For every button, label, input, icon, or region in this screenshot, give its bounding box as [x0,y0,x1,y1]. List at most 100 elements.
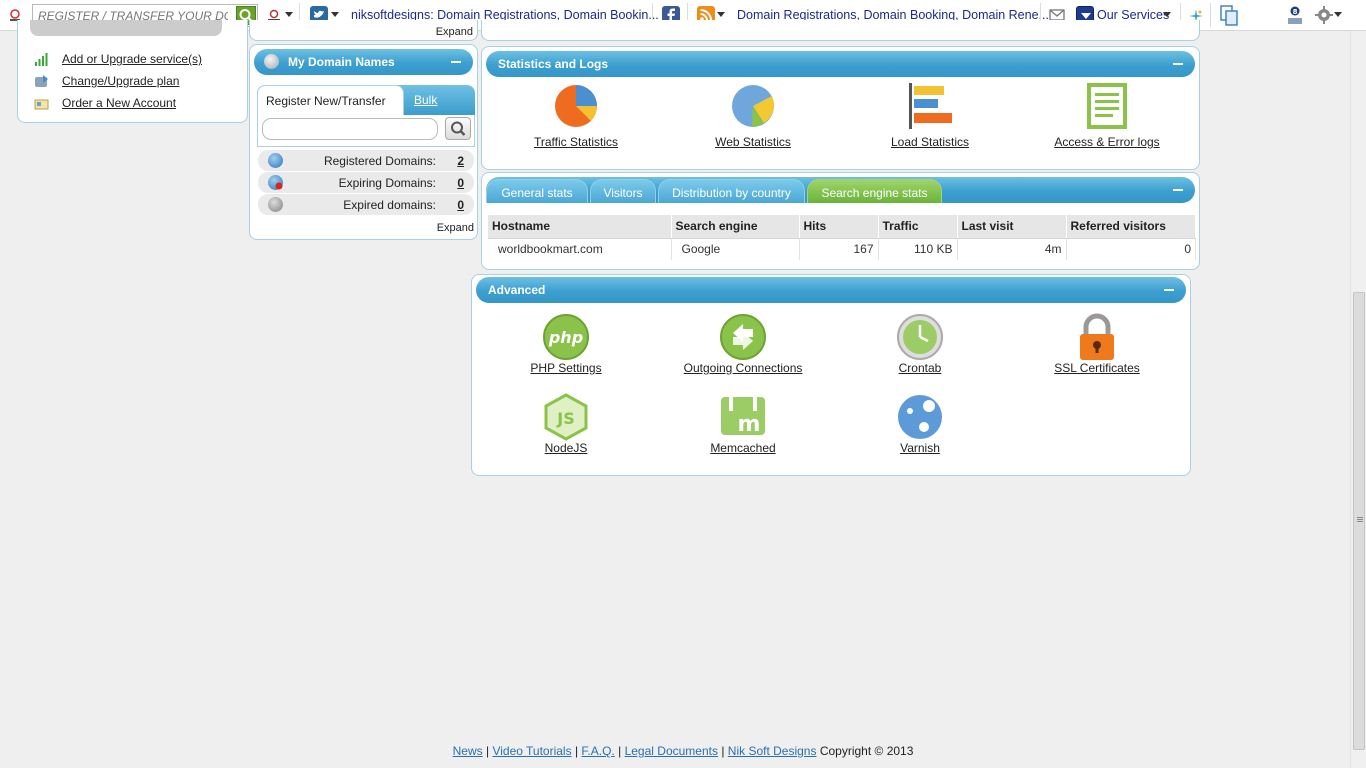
footer-link-legal[interactable]: Legal Documents [625,744,718,758]
expand-link[interactable]: Expand [437,222,474,234]
expired-count-link[interactable]: 0 [457,198,464,212]
page-footer: News | Video Tutorials | F.A.Q. | Legal … [0,744,1366,758]
tab-label: Search engine stats [821,186,928,200]
footer-link-news[interactable]: News [453,744,483,758]
varnish-icon [898,395,942,439]
nodejs-icon: JS [544,393,588,441]
stat-load[interactable]: Load Statistics [845,83,1015,153]
tab-bulk[interactable]: Bulk [414,93,437,107]
adv-label[interactable]: Outgoing Connections [658,361,828,375]
column-header[interactable]: Referred visitors [1066,215,1196,239]
adv-label[interactable]: PHP Settings [481,361,651,375]
hostname-cell: worldbookmart.com [488,238,672,260]
adv-label[interactable]: Varnish [835,441,1005,455]
upgrade-plan-icon [35,75,48,87]
stat-logs[interactable]: Access & Error logs [1022,83,1192,153]
document-copy-icon[interactable] [1219,5,1239,26]
collapse-icon[interactable] [1173,189,1183,191]
chevron-down-icon[interactable] [331,12,339,17]
advanced-header[interactable]: Advanced [476,277,1186,303]
stat-web[interactable]: Web Statistics [668,83,838,153]
adv-label[interactable]: SSL Certificates [1012,361,1182,375]
stat-label[interactable]: Access & Error logs [1022,135,1192,149]
stat-traffic[interactable]: Traffic Statistics [491,83,661,153]
adv-ssl-certificates[interactable]: SSL Certificates [1012,313,1182,383]
tab-register-transfer[interactable]: Register New/Transfer [257,85,404,115]
panel-title: Advanced [488,283,546,297]
stat-label[interactable]: Traffic Statistics [491,135,661,149]
account-links-panel: Add or Upgrade service(s) Change/Upgrade… [17,20,248,123]
user-badge-icon[interactable]: 8 [1286,5,1306,27]
statistics-header[interactable]: Statistics and Logs [486,51,1195,77]
visitor-stats-panel: General stats Visitors Distribution by c… [481,172,1200,270]
collapse-icon[interactable] [451,61,461,63]
tab-general-stats[interactable]: General stats [486,179,588,203]
left-item-label[interactable]: Order a New Account [62,96,176,110]
stat-label[interactable]: Web Statistics [668,135,838,149]
column-header[interactable]: Last visit [957,215,1067,239]
left-item-label[interactable]: Add or Upgrade service(s) [62,52,202,66]
footer-link-company[interactable]: Nik Soft Designs [728,744,817,758]
domain-search-button[interactable] [445,117,471,140]
adv-nodejs[interactable]: JS NodeJS [481,393,651,463]
chevron-down-icon[interactable] [717,12,725,17]
scrollbar-thumb[interactable] [1353,292,1365,750]
domain-names-header[interactable]: My Domain Names [254,49,473,75]
referred-visitors-cell: 0 [1066,238,1196,260]
adv-label[interactable]: NodeJS [481,441,651,455]
left-item-label[interactable]: Change/Upgrade plan [62,74,179,88]
column-header[interactable]: Hostname [488,215,672,239]
tab-label: General stats [501,186,573,200]
tab-label: Distribution by country [672,186,791,200]
previous-panel-footer: Expand [249,20,478,41]
row-label: Expiring Domains: [338,176,436,190]
adv-label[interactable]: Crontab [835,361,1005,375]
stats-tabbar: General stats Visitors Distribution by c… [486,177,1195,203]
collapse-icon[interactable] [1164,289,1174,291]
left-item-order-account[interactable]: Order a New Account [24,93,242,114]
gear-icon[interactable] [1315,6,1333,24]
adv-php-settings[interactable]: php PHP Settings [481,313,651,383]
globe-icon [268,153,283,168]
expiring-count-link[interactable]: 0 [457,176,464,190]
footer-link-video-tutorials[interactable]: Video Tutorials [492,744,571,758]
search-icon [451,121,466,136]
chevron-down-icon[interactable] [1334,12,1342,17]
registered-count-link[interactable]: 2 [457,154,464,168]
column-header[interactable]: Search engine [671,215,800,239]
hits-cell: 167 [799,238,879,260]
domain-name-input[interactable] [262,118,438,140]
svg-text:JS: JS [556,409,574,428]
bar-chart-icon [909,83,952,129]
globe-alert-icon [268,175,283,190]
table-row: worldbookmart.com Google 167 110 KB 4m 0 [488,238,1196,260]
tab-visitors[interactable]: Visitors [590,179,656,203]
tab-search-engine-stats[interactable]: Search engine stats [807,179,942,203]
memcached-icon: m [721,397,765,437]
left-item-add-upgrade[interactable]: Add or Upgrade service(s) [24,49,242,70]
expand-link[interactable]: Expand [436,26,473,38]
left-item-change-plan[interactable]: Change/Upgrade plan [24,71,242,92]
panel-title: Statistics and Logs [498,57,609,71]
adv-memcached[interactable]: m Memcached [658,393,828,463]
collapse-icon[interactable] [1173,63,1183,65]
stat-label[interactable]: Load Statistics [845,135,1015,149]
footer-separator: | [485,744,490,758]
footer-link-faq[interactable]: F.A.Q. [581,744,614,758]
globe-icon [264,54,279,69]
column-header[interactable]: Hits [799,215,879,239]
adv-varnish[interactable]: Varnish [835,393,1005,463]
copyright-text: Copyright © 2013 [819,744,914,758]
svg-text:m: m [738,412,761,437]
vertical-scrollbar[interactable] [1350,31,1366,768]
tab-distribution-by-country[interactable]: Distribution by country [658,179,805,203]
domain-search-area [257,115,475,147]
adv-crontab[interactable]: Crontab [835,313,1005,383]
row-label: Expired domains: [343,198,436,212]
chevron-down-icon[interactable] [285,12,293,17]
adv-outgoing-connections[interactable]: Outgoing Connections [658,313,828,383]
new-account-icon [34,99,49,110]
chevron-down-icon[interactable] [1163,12,1171,17]
column-header[interactable]: Traffic [878,215,958,239]
adv-label[interactable]: Memcached [658,441,828,455]
